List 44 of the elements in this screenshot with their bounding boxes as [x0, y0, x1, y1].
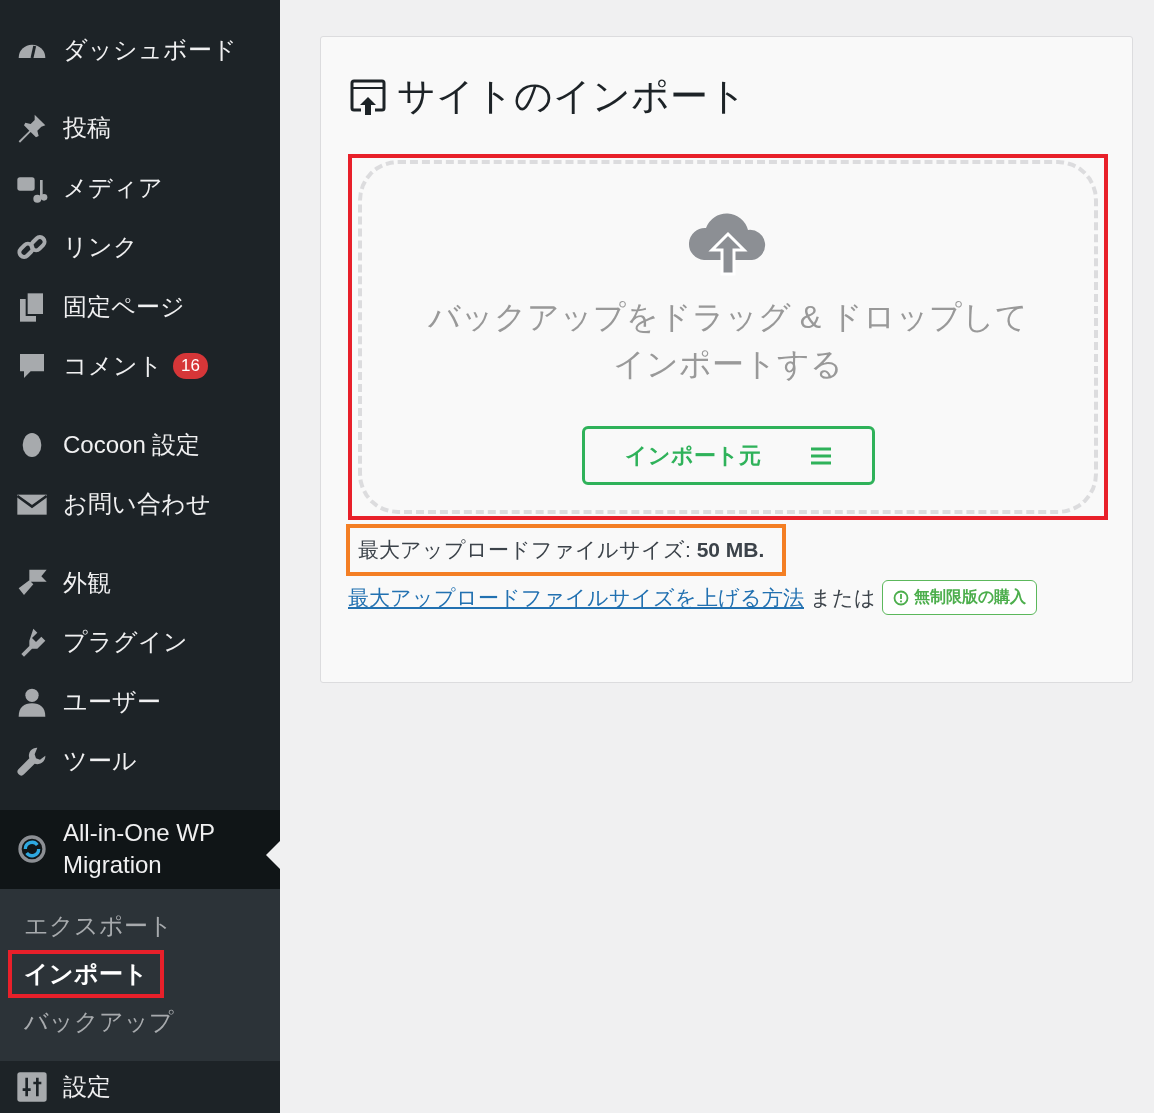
- sidebar-item[interactable]: コメント 16: [0, 336, 280, 396]
- sidebar-item-label: 設定: [63, 1071, 111, 1102]
- sidebar-item-label: コメント: [63, 351, 163, 382]
- sidebar-item[interactable]: ツール: [0, 731, 280, 791]
- submenu-item[interactable]: バックアップ: [8, 997, 190, 1046]
- submenu-item[interactable]: インポート: [8, 949, 164, 998]
- sidebar-item-active[interactable]: All-in-One WP Migration: [0, 810, 280, 889]
- sidebar-item-label: プラグイン: [63, 627, 188, 658]
- sidebar-item-label: お問い合わせ: [63, 489, 211, 520]
- sidebar-item[interactable]: お問い合わせ: [0, 474, 280, 534]
- sidebar-item-label: 固定ページ: [63, 291, 185, 322]
- count-badge: 16: [173, 353, 208, 380]
- sidebar-item[interactable]: プラグイン: [0, 612, 280, 672]
- sidebar-item-label: All-in-One WP Migration: [63, 818, 216, 881]
- sidebar-item-label: 投稿: [63, 113, 111, 144]
- sidebar-item[interactable]: メディア: [0, 158, 280, 218]
- sliders-icon: [16, 1070, 48, 1103]
- panel-title: サイトのインポート: [397, 74, 747, 119]
- current-page-pointer: [266, 841, 280, 869]
- sidebar-item[interactable]: 設定: [0, 1060, 280, 1113]
- pushpin-icon: [16, 112, 48, 145]
- sync-icon: [16, 833, 48, 866]
- sidebar-item-label: 外観: [63, 567, 111, 598]
- sidebar-item-label: ツール: [63, 746, 137, 777]
- sidebar-item[interactable]: ダッシュボード: [0, 20, 280, 80]
- sidebar-item[interactable]: リンク: [0, 217, 280, 277]
- submenu-item[interactable]: エクスポート: [8, 901, 189, 950]
- sidebar-item-label: リンク: [63, 232, 138, 263]
- max-upload-size: 最大アップロードファイルサイズ: 50 MB.: [346, 524, 787, 576]
- sidebar-item[interactable]: Cocoon 設定: [0, 415, 280, 475]
- alert-icon: [893, 589, 909, 606]
- help-link[interactable]: 最大アップロードファイルサイズを上げる方法: [348, 583, 804, 612]
- sidebar-item-label: ダッシュボード: [63, 34, 237, 65]
- sidebar-item[interactable]: ユーザー: [0, 672, 280, 732]
- wrench-icon: [16, 745, 48, 778]
- menu-icon: [811, 446, 831, 465]
- sidebar-item[interactable]: 外観: [0, 553, 280, 613]
- drop-instructions: バックアップをドラッグ & ドロップして インポートする: [427, 298, 1029, 384]
- sidebar-item[interactable]: 固定ページ: [0, 277, 280, 337]
- sidebar-item-label: メディア: [63, 172, 163, 203]
- sidebar-item-label: ユーザー: [63, 686, 161, 717]
- sidebar-item[interactable]: 投稿: [0, 98, 280, 158]
- or-text: または: [810, 584, 876, 611]
- sidebar-item-label: Cocoon 設定: [63, 429, 201, 460]
